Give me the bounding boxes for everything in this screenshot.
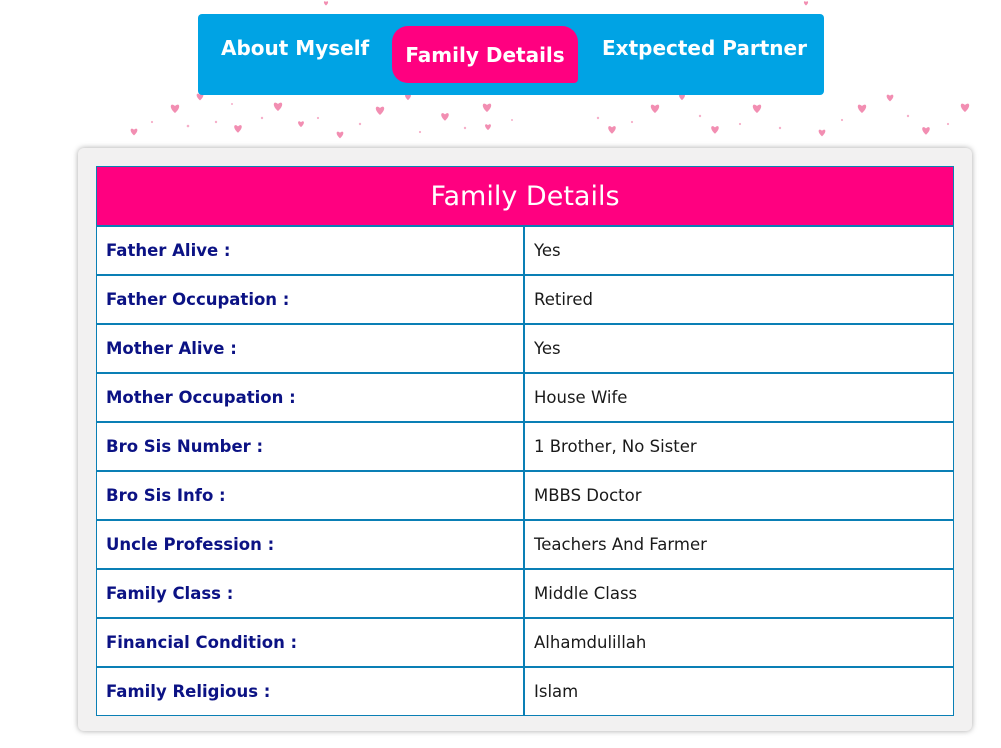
row-value: MBBS Doctor	[523, 470, 953, 521]
row-label: Mother Occupation :	[97, 372, 525, 423]
row-label: Bro Sis Number :	[97, 421, 525, 472]
table-row: Financial Condition : Alhamdulillah	[97, 617, 953, 668]
row-label: Financial Condition :	[97, 617, 525, 668]
row-label: Family Class :	[97, 568, 525, 619]
row-value: 1 Brother, No Sister	[523, 421, 953, 472]
row-value: Yes	[523, 323, 953, 374]
panel-title: Family Details	[97, 167, 953, 227]
row-value: Islam	[523, 666, 953, 715]
row-value: Middle Class	[523, 568, 953, 619]
row-value: Retired	[523, 274, 953, 325]
row-value: Yes	[523, 227, 953, 276]
table-row: Mother Alive : Yes	[97, 323, 953, 374]
table-row: Uncle Profession : Teachers And Farmer	[97, 519, 953, 570]
tab-expected-partner[interactable]: Extpected Partner	[602, 36, 807, 60]
row-label: Uncle Profession :	[97, 519, 525, 570]
row-label: Family Religious :	[97, 666, 525, 715]
table-row: Bro Sis Number : 1 Brother, No Sister	[97, 421, 953, 472]
row-label: Bro Sis Info :	[97, 470, 525, 521]
table-row: Family Class : Middle Class	[97, 568, 953, 619]
table-row: Bro Sis Info : MBBS Doctor	[97, 470, 953, 521]
profile-tab-bar: About Myself Family Details Extpected Pa…	[198, 14, 824, 95]
table-row: Mother Occupation : House Wife	[97, 372, 953, 423]
family-details-panel: Family Details Father Alive : Yes Father…	[96, 166, 954, 716]
row-label: Father Occupation :	[97, 274, 525, 325]
tab-about-myself[interactable]: About Myself	[221, 36, 369, 60]
family-details-card: Family Details Father Alive : Yes Father…	[78, 148, 972, 731]
row-label: Mother Alive :	[97, 323, 525, 374]
family-details-table: Father Alive : Yes Father Occupation : R…	[97, 227, 953, 715]
table-row: Father Alive : Yes	[97, 227, 953, 276]
table-row: Father Occupation : Retired	[97, 274, 953, 325]
row-value: Alhamdulillah	[523, 617, 953, 668]
row-label: Father Alive :	[97, 227, 525, 276]
row-value: Teachers And Farmer	[523, 519, 953, 570]
row-value: House Wife	[523, 372, 953, 423]
tab-family-details[interactable]: Family Details	[392, 26, 578, 83]
table-row: Family Religious : Islam	[97, 666, 953, 715]
